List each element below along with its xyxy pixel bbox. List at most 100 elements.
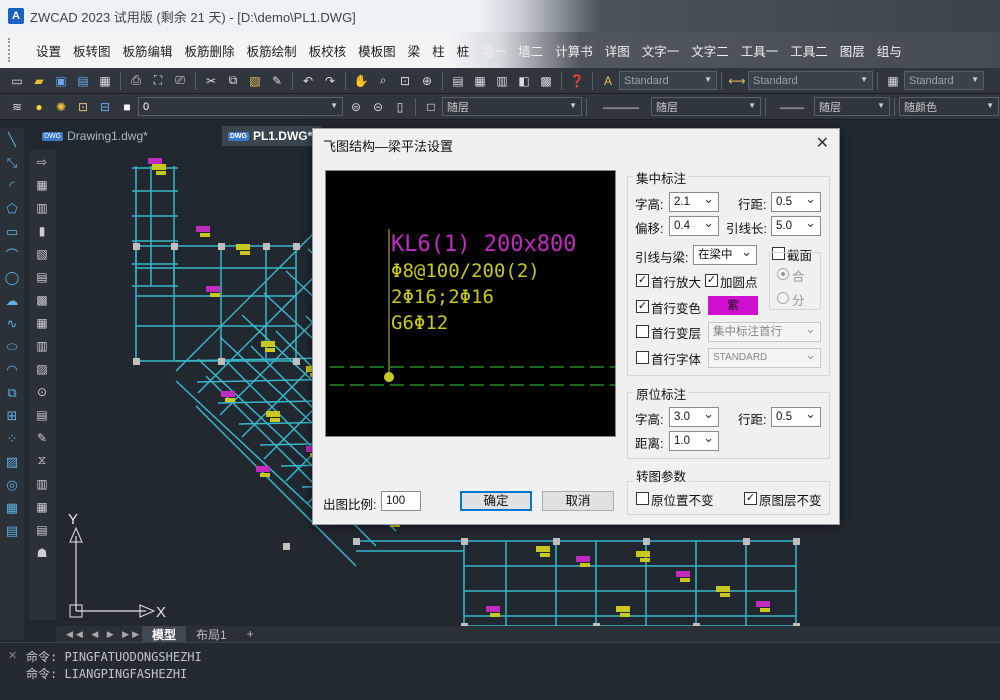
cut-icon[interactable]: ✂ [202,72,220,90]
arc-icon[interactable]: ◜ [0,174,24,197]
paste-icon[interactable]: ▧ [246,72,264,90]
menu-item[interactable]: 柱 [426,41,451,60]
lineweight-select[interactable]: 随层 [814,97,890,116]
ellipse-icon[interactable]: ⬭ [0,335,24,358]
calculator-icon[interactable]: ▩ [537,72,555,90]
layer-previous-icon[interactable]: ⊝ [369,98,387,116]
pan-icon[interactable]: ✋ [352,72,370,90]
layer-on-bulb-icon[interactable]: ● [30,98,48,116]
first-line-font-select[interactable]: STANDARD [708,346,821,368]
rectangle-icon[interactable]: ▭ [0,220,24,243]
in-situ-line-spacing-select[interactable]: 0.5 [771,405,821,427]
layer-select[interactable]: 0 [138,97,343,116]
ruler-icon[interactable]: ▤ [30,518,54,541]
first-line-color-checkbox[interactable]: ✓ [636,300,649,313]
circle-icon[interactable]: ◯ [0,266,24,289]
layer-states-icon[interactable]: ▯ [391,98,409,116]
new-file-icon[interactable]: ▭ [8,72,26,90]
tab-drawing1[interactable]: DWG Drawing1.dwg* [36,126,158,146]
line-spacing-select[interactable]: 0.5 [771,190,821,212]
wall-icon[interactable]: ▩ [30,288,54,311]
layer-plot-icon[interactable]: ⊟ [96,98,114,116]
ok-button[interactable]: 确定 [460,491,532,511]
make-block-icon[interactable]: ⊞ [0,404,24,427]
publish-icon[interactable]: ⎚ [171,72,189,90]
keep-position-checkbox[interactable] [636,492,649,505]
revision-cloud-icon[interactable]: ☁ [0,289,24,312]
menu-item[interactable]: 板转图 [67,41,117,60]
plotstyle-select[interactable]: 随颜色 [899,97,999,116]
line-icon[interactable]: ╲ [0,128,24,151]
color-select[interactable]: 随层 [442,97,582,116]
tab-layout1[interactable]: 布局1 [186,626,237,642]
figure-icon[interactable]: ☗ [30,541,54,564]
menu-item[interactable]: 组与 [871,41,908,60]
properties-icon[interactable]: ▤ [449,72,467,90]
table-style-select[interactable]: Standard [904,71,984,90]
detail-icon[interactable]: ▥ [30,472,54,495]
zoom-previous-icon[interactable]: ⊕ [418,72,436,90]
make-current-layer-icon[interactable]: ⊜ [347,98,365,116]
dim-style-select[interactable]: Standard [748,71,873,90]
menu-item[interactable]: 设置 [30,41,67,60]
linetype-select[interactable]: 随层 [651,97,761,116]
menu-item[interactable]: 计算书 [549,41,599,60]
in-situ-distance-select[interactable]: 1.0 [669,429,719,451]
menu-item[interactable]: 梁 [402,41,427,60]
slab-icon[interactable]: ▧ [30,242,54,265]
menu-item[interactable]: 板筋编辑 [117,41,179,60]
region-icon[interactable]: ◎ [0,473,24,496]
menu-item[interactable]: 板校核 [303,41,353,60]
menu-item[interactable]: 板筋绘制 [241,41,303,60]
menu-item[interactable]: 文字一 [636,41,686,60]
save-icon[interactable]: ▣ [52,72,70,90]
menu-item[interactable]: 详图 [599,41,636,60]
close-icon[interactable]: ✕ [8,649,17,662]
zoom-window-icon[interactable]: ⊡ [396,72,414,90]
output-scale-input[interactable]: 100 [381,491,421,511]
polyline-arc-icon[interactable]: ⌒ [0,243,24,266]
ellipse-arc-icon[interactable]: ◠ [0,358,24,381]
layer-lock-icon[interactable]: ⊡ [74,98,92,116]
in-situ-text-height-select[interactable]: 3.0 [669,405,719,427]
select-icon[interactable]: ⊙ [30,380,54,403]
insert-block-icon[interactable]: ⧉ [0,381,24,404]
command-window[interactable]: ✕ 命令: PINGFATUODONGSHEZHI 命令: LIANGPINGF… [0,642,1000,700]
stirrup-icon[interactable]: ▦ [30,495,54,518]
undo-icon[interactable]: ↶ [299,72,317,90]
rebar-icon[interactable]: ▤ [30,265,54,288]
plot-icon[interactable]: ⎙ [127,72,145,90]
layer-thaw-sun-icon[interactable]: ✺ [52,98,70,116]
menu-item[interactable]: 模板图 [352,41,402,60]
table-icon[interactable]: ▦ [0,496,24,519]
first-line-layer-select[interactable]: 集中标注首行 [708,320,821,342]
column-rebar-icon[interactable]: ▥ [30,334,54,357]
redo-icon[interactable]: ↷ [321,72,339,90]
polygon-icon[interactable]: ⬠ [0,197,24,220]
tab-add[interactable]: + [237,626,264,642]
menu-item[interactable]: 板筋删除 [179,41,241,60]
match-properties-icon[interactable]: ✎ [268,72,286,90]
menu-item[interactable]: 墙二 [512,41,549,60]
spline-icon[interactable]: ∿ [0,312,24,335]
offset-select[interactable]: 0.4 [669,214,719,236]
tab-nav-arrows-icon[interactable]: ◀◀ ◀ ▶ ▶▶ [66,629,142,640]
point-icon[interactable]: ⁘ [0,427,24,450]
menu-item[interactable]: 文字二 [685,41,735,60]
menu-item[interactable]: 墙一 [475,41,512,60]
first-line-layer-checkbox[interactable] [636,325,649,338]
tool-palette-icon[interactable]: ▥ [493,72,511,90]
preview-icon[interactable]: ⛶ [149,72,167,90]
leader-length-select[interactable]: 5.0 [771,214,821,236]
menu-item[interactable]: 桩 [451,41,476,60]
save-as-icon[interactable]: ▤ [74,72,92,90]
open-folder-icon[interactable]: ▰ [30,72,48,90]
keep-layer-checkbox[interactable]: ✓ [744,492,757,505]
construction-line-icon[interactable]: ⤡ [0,151,24,174]
merge-radio[interactable] [777,268,789,280]
column-icon[interactable]: ▮ [30,219,54,242]
tab-model[interactable]: 模型 [142,626,187,642]
stair-icon[interactable]: ▤ [30,403,54,426]
sheet-set-icon[interactable]: ◧ [515,72,533,90]
first-line-color-button[interactable]: 紫 [708,296,758,315]
